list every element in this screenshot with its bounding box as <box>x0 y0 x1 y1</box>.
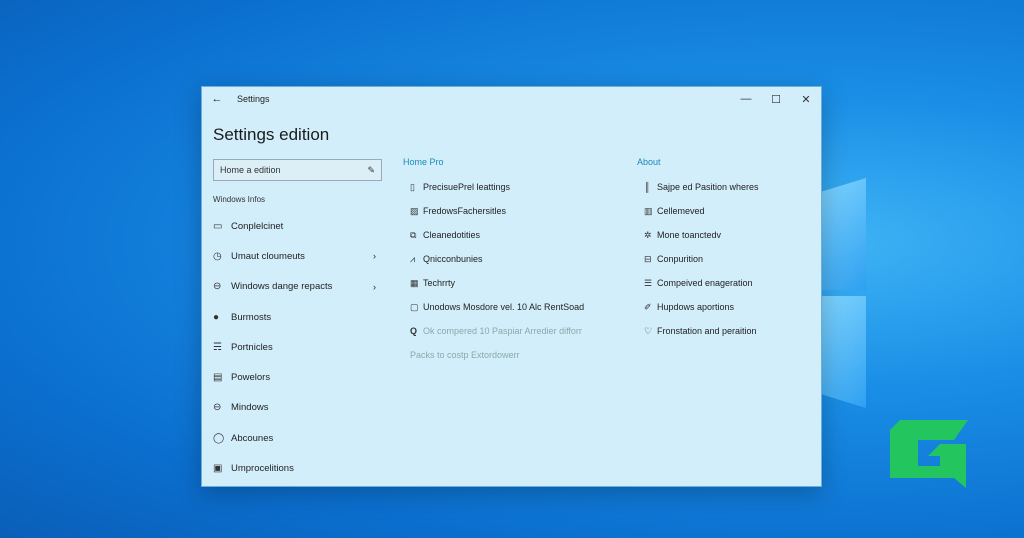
cap-icon: ☴ <box>213 341 222 353</box>
sidebar-item-label: Windows dange repacts <box>231 281 333 293</box>
list-item[interactable]: ▢ Unodows Mosdore vel. 10 Alc RentSoad <box>403 295 623 319</box>
shield-icon: ◯ <box>213 432 225 444</box>
chevron-right-icon: › <box>373 281 376 292</box>
globe-icon: ⊖ <box>213 281 222 293</box>
search-icon: Q <box>410 326 418 336</box>
list-item[interactable]: ║ Sajpe ed Pasition wheres <box>637 175 817 199</box>
list-item[interactable]: ▦ Techrrty <box>403 271 623 295</box>
page-title: Settings edition <box>213 125 330 144</box>
item-label: FredowsFachersitles <box>423 206 507 216</box>
minimize-button[interactable]: — <box>731 93 761 105</box>
windows-logo <box>822 178 868 410</box>
list-item[interactable]: ☰ Compeived enageration <box>637 271 817 295</box>
title-bar: ← Settings — ☐ ✕ <box>202 87 821 111</box>
sidebar-item-label: Umprocelitions <box>231 463 294 475</box>
settings-window: ← Settings — ☐ ✕ Settings edition Home a… <box>201 86 822 487</box>
grid-icon: ▦ <box>410 277 419 288</box>
sidebar-item-label: Portnicles <box>231 341 273 353</box>
sidebar-item[interactable]: ⊖ Mindows <box>213 393 383 423</box>
clock-icon: ◷ <box>213 250 222 262</box>
monitor-icon: ▣ <box>213 463 223 475</box>
window-title: Settings <box>237 94 270 104</box>
pen-icon: ✐ <box>644 301 652 312</box>
sidebar-item[interactable]: ▤ Powelors <box>213 362 383 392</box>
heart-icon: ♡ <box>644 325 653 336</box>
item-label: Cleanedotities <box>423 230 481 240</box>
bars-icon: ║ <box>644 182 651 192</box>
g-logo <box>890 420 968 488</box>
sidebar-item-label: Burmosts <box>231 311 272 323</box>
item-label: Cellemeved <box>657 206 705 216</box>
section-heading: About <box>637 157 661 167</box>
globe-icon: ⊖ <box>213 402 222 414</box>
item-label: Mone toanctedv <box>657 230 722 240</box>
list-icon: ☰ <box>644 277 653 288</box>
sidebar-item[interactable]: ◯ Abcounes <box>213 423 383 453</box>
sidebar-item-label: Mindows <box>231 402 269 414</box>
sidebar-item[interactable]: ⊖ Windows dange repacts › <box>213 272 383 302</box>
sidebar-item[interactable]: ▭ Conplelcinet <box>213 211 383 241</box>
back-button[interactable]: ← <box>202 93 232 105</box>
sidebar-item[interactable]: ▣ Umprocelitions <box>213 453 383 483</box>
search-value: Home a edition <box>220 165 281 175</box>
item-label: Sajpe ed Pasition wheres <box>657 182 759 192</box>
list-item[interactable]: Q Ok compered 10 Paspiar Arredier difforr <box>403 319 623 343</box>
item-label: Techrrty <box>423 278 456 288</box>
maximize-button[interactable]: ☐ <box>761 93 791 106</box>
list-item[interactable]: ⩘ Qnicconbunies <box>403 247 623 271</box>
about-section: About ║ Sajpe ed Pasition wheres ▥ Celleme… <box>637 157 817 343</box>
item-label: PrecisuePrel leattings <box>423 182 511 192</box>
close-button[interactable]: ✕ <box>791 93 821 106</box>
list-item[interactable]: ▥ Cellemeved <box>637 199 817 223</box>
list-item[interactable]: ✐ Hupdows aportions <box>637 295 817 319</box>
edit-icon: ✎ <box>367 165 375 175</box>
list-item[interactable]: ⊟ Conpurition <box>637 247 817 271</box>
dot-icon: ● <box>213 311 220 323</box>
chart-icon: ⩘ <box>410 253 416 264</box>
sidebar-item[interactable]: ◷ Umaut cloumeuts › <box>213 241 383 271</box>
display-icon: ▯ <box>410 181 415 192</box>
list-item[interactable]: ✲ Mone toanctedv <box>637 223 817 247</box>
chevron-right-icon: › <box>373 251 376 262</box>
user-icon: ⊟ <box>644 253 652 264</box>
item-label: Ok compered 10 Paspiar Arredier difforr <box>423 326 582 336</box>
item-label: Conpurition <box>657 254 704 264</box>
list-item[interactable]: ▯ PrecisuePrel leattings <box>403 175 623 199</box>
list-item[interactable]: ▨ FredowsFachersitles <box>403 199 623 223</box>
section-heading: Home Pro <box>403 157 444 167</box>
image-icon: ▨ <box>410 205 419 216</box>
item-label: Hupdows aportions <box>657 302 735 312</box>
list-item[interactable]: ⧉ Cleanedotities <box>403 223 623 247</box>
info-icon: ▥ <box>644 205 653 216</box>
search-input[interactable]: Home a edition ✎ <box>213 159 382 181</box>
item-label: Compeived enageration <box>657 278 753 288</box>
copy-icon: ⧉ <box>410 229 417 240</box>
panel-icon: ▤ <box>213 372 223 384</box>
sidebar-item-label: Conplelcinet <box>231 220 284 232</box>
sidebar-item-label: Abcounes <box>231 432 274 444</box>
sidebar-item[interactable]: ☴ Portnicles <box>213 332 383 362</box>
home-pro-section: Home Pro ▯ PrecisuePrel leattings ▨ Fredow… <box>403 157 623 367</box>
sidebar-item[interactable]: ● Burmosts <box>213 302 383 332</box>
item-label: Unodows Mosdore vel. 10 Alc RentSoad <box>423 302 585 312</box>
clipboard-icon: ▢ <box>410 301 419 312</box>
item-label: Qnicconbunies <box>423 254 483 264</box>
gear-icon: ✲ <box>644 229 652 240</box>
list-item[interactable]: ♡ Fronstation and peraition <box>637 319 817 343</box>
calendar-icon: ▭ <box>213 220 223 232</box>
sidebar-nav: ▭ Conplelcinet ◷ Umaut cloumeuts › ⊖ Windows… <box>213 211 383 484</box>
footer-link[interactable]: Packs to costp Extordowerr <box>403 343 623 367</box>
sidebar-item-label: Powelors <box>231 372 271 384</box>
section-label: Windows Infos <box>213 195 266 204</box>
item-label: Fronstation and peraition <box>657 326 757 336</box>
sidebar-item-label: Umaut cloumeuts <box>231 250 305 262</box>
